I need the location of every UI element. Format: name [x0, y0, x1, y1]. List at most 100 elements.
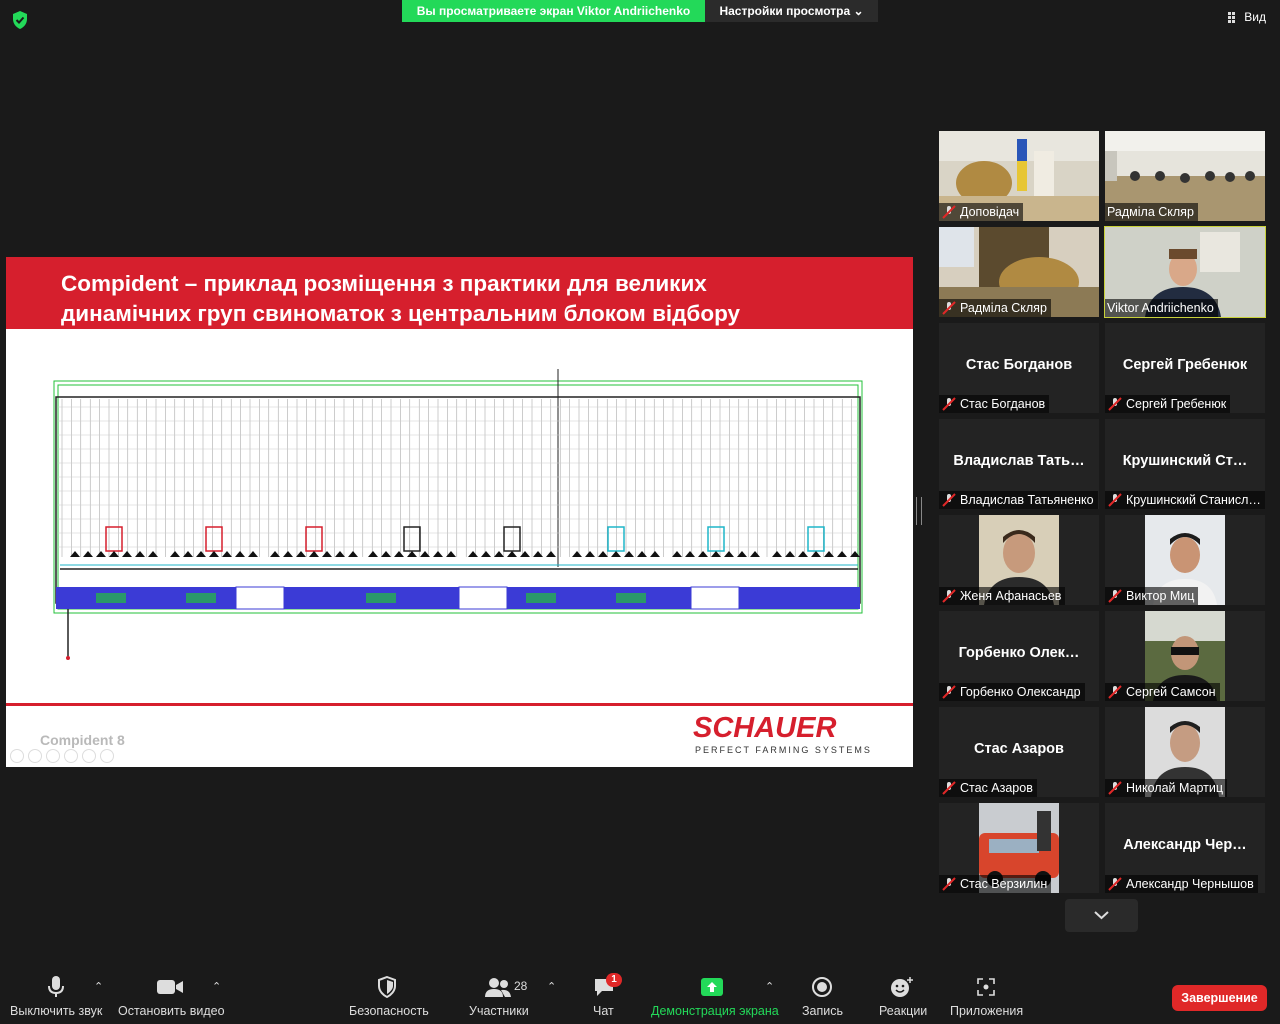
muted-mic-icon	[1108, 493, 1122, 507]
prev-slide-icon[interactable]	[10, 749, 24, 763]
participant-display-name: Владислав Тать…	[953, 453, 1085, 469]
zoom-icon[interactable]	[82, 749, 96, 763]
feeder-stations	[70, 526, 860, 557]
muted-mic-icon	[1108, 397, 1122, 411]
muted-mic-icon	[942, 493, 956, 507]
gallery-scroll-down-button[interactable]	[1065, 899, 1138, 932]
slides-grid-icon[interactable]	[64, 749, 78, 763]
participant-name-bar: Viktor Andriichenko	[1105, 299, 1218, 317]
schauer-logo: SCHAUER	[693, 712, 837, 744]
participants-count: 28	[514, 979, 528, 993]
muted-mic-icon	[942, 205, 956, 219]
participant-name-bar: Стас Богданов	[939, 395, 1050, 413]
participants-icon	[485, 978, 511, 997]
reactions-label: Реакции	[879, 1004, 928, 1018]
participant-name-bar: Сергей Самсон	[1105, 683, 1220, 701]
audio-options-caret[interactable]: ⌃	[94, 980, 103, 993]
participant-tile[interactable]: Радміла Скляр	[1105, 131, 1265, 221]
security-label: Безопасность	[349, 1004, 429, 1018]
participant-name-bar: Владислав Татьяненко	[939, 491, 1098, 509]
share-options-caret[interactable]: ⌃	[765, 980, 774, 993]
participant-name-bar: Доповідач	[939, 203, 1024, 221]
muted-mic-icon	[942, 781, 956, 795]
participant-name-bar: Женя Афанасьев	[939, 587, 1066, 605]
muted-mic-icon	[942, 877, 956, 891]
share-screen-label: Демонстрация экрана	[651, 1004, 779, 1018]
participant-name-bar: Александр Чернышов	[1105, 875, 1258, 893]
participant-tile[interactable]: Стас Верзилин	[939, 803, 1099, 893]
participant-name: Женя Афанасьев	[960, 589, 1062, 603]
muted-mic-icon	[942, 685, 956, 699]
participant-name-bar: Стас Верзилин	[939, 875, 1052, 893]
participant-name: Стас Верзилин	[960, 877, 1048, 891]
participant-display-name: Крушинский Ст…	[1122, 453, 1248, 469]
participant-tile[interactable]: Стас Богданов Стас Богданов	[939, 323, 1099, 413]
pen-icon[interactable]	[46, 749, 60, 763]
next-slide-icon[interactable]	[28, 749, 42, 763]
shield-icon	[378, 976, 396, 998]
view-options-dropdown[interactable]: Настройки просмотра ⌄	[705, 0, 878, 22]
viewing-screen-banner: Вы просматриваете экран Viktor Andriiche…	[402, 0, 705, 22]
shared-screen-slide: Compident – приклад розміщення з практик…	[6, 257, 913, 767]
participant-name-bar: Радміла Скляр	[939, 299, 1051, 317]
stop-video-label: Остановить видео	[118, 1004, 225, 1018]
chat-label: Чат	[593, 1004, 614, 1018]
emoji-plus-icon	[891, 977, 913, 997]
security-shield-icon[interactable]	[10, 10, 30, 30]
participant-tile[interactable]: Сергей Гребенюк Сергей Гребенюк	[1105, 323, 1265, 413]
record-icon	[812, 977, 832, 997]
participant-display-name: Стас Богданов	[965, 357, 1073, 373]
share-screen-icon	[701, 978, 723, 996]
participant-tile[interactable]: Владислав Тать… Владислав Татьяненко	[939, 419, 1099, 509]
participant-name: Александр Чернышов	[1126, 877, 1254, 891]
participant-tile[interactable]: Доповідач	[939, 131, 1099, 221]
participant-tile[interactable]: Виктор Миц	[1105, 515, 1265, 605]
participant-tile[interactable]: Александр Чер… Александр Чернышов	[1105, 803, 1265, 893]
participant-name: Радміла Скляр	[960, 301, 1047, 315]
participant-name-bar: Крушинский Станисл…	[1105, 491, 1265, 509]
slide-footer-line	[6, 703, 913, 706]
participant-name: Горбенко Олександр	[960, 685, 1081, 699]
video-options-caret[interactable]: ⌃	[212, 980, 221, 993]
participant-name: Стас Богданов	[960, 397, 1046, 411]
participant-name: Крушинский Станисл…	[1126, 493, 1261, 507]
barn-floor-plan	[53, 369, 863, 660]
participant-name: Viktor Andriichenko	[1107, 301, 1214, 315]
participant-name-bar: Радміла Скляр	[1105, 203, 1198, 221]
participant-display-name: Сергей Гребенюк	[1122, 357, 1248, 373]
more-icon[interactable]	[100, 749, 114, 763]
participant-tile[interactable]: Сергей Самсон	[1105, 611, 1265, 701]
end-meeting-button[interactable]: Завершение	[1172, 985, 1267, 1011]
slide-title: Compident – приклад розміщення з практик…	[61, 269, 901, 329]
participant-name-bar: Николай Мартиц	[1105, 779, 1228, 797]
participant-display-name: Горбенко Олек…	[958, 645, 1080, 661]
muted-mic-icon	[942, 589, 956, 603]
participant-tile-active-speaker[interactable]: Viktor Andriichenko	[1104, 226, 1266, 318]
participants-options-caret[interactable]: ⌃	[547, 980, 556, 993]
participant-name-bar: Сергей Гребенюк	[1105, 395, 1231, 413]
video-camera-icon	[157, 980, 183, 994]
participant-name-bar: Горбенко Олександр	[939, 683, 1085, 701]
grid-icon	[1228, 11, 1236, 23]
participant-tile[interactable]: Николай Мартиц	[1105, 707, 1265, 797]
participant-name: Сергей Гребенюк	[1126, 397, 1227, 411]
panel-splitter-handle[interactable]	[916, 497, 922, 525]
participant-tile[interactable]: Радміла Скляр	[939, 227, 1099, 317]
participant-tile[interactable]: Стас Азаров Стас Азаров	[939, 707, 1099, 797]
participant-tile[interactable]: Горбенко Олек… Горбенко Олександр	[939, 611, 1099, 701]
muted-mic-icon	[1108, 877, 1122, 891]
participant-display-name: Стас Азаров	[974, 741, 1064, 757]
participant-name-bar: Виктор Миц	[1105, 587, 1199, 605]
slide-nav-controls[interactable]	[10, 749, 114, 763]
participants-label: Участники	[469, 1004, 529, 1018]
slide-title-line1: Compident – приклад розміщення з практик…	[61, 271, 707, 296]
participant-name: Сергей Самсон	[1126, 685, 1216, 699]
slide-footer-label: Compident 8	[40, 732, 125, 748]
muted-mic-icon	[942, 397, 956, 411]
participant-name: Радміла Скляр	[1107, 205, 1194, 219]
stall-lines	[58, 399, 858, 557]
apps-icon	[977, 978, 995, 996]
participant-tile[interactable]: Женя Афанасьев	[939, 515, 1099, 605]
participant-tile[interactable]: Крушинский Ст… Крушинский Станисл…	[1105, 419, 1265, 509]
view-button[interactable]: Вид	[1228, 10, 1266, 24]
